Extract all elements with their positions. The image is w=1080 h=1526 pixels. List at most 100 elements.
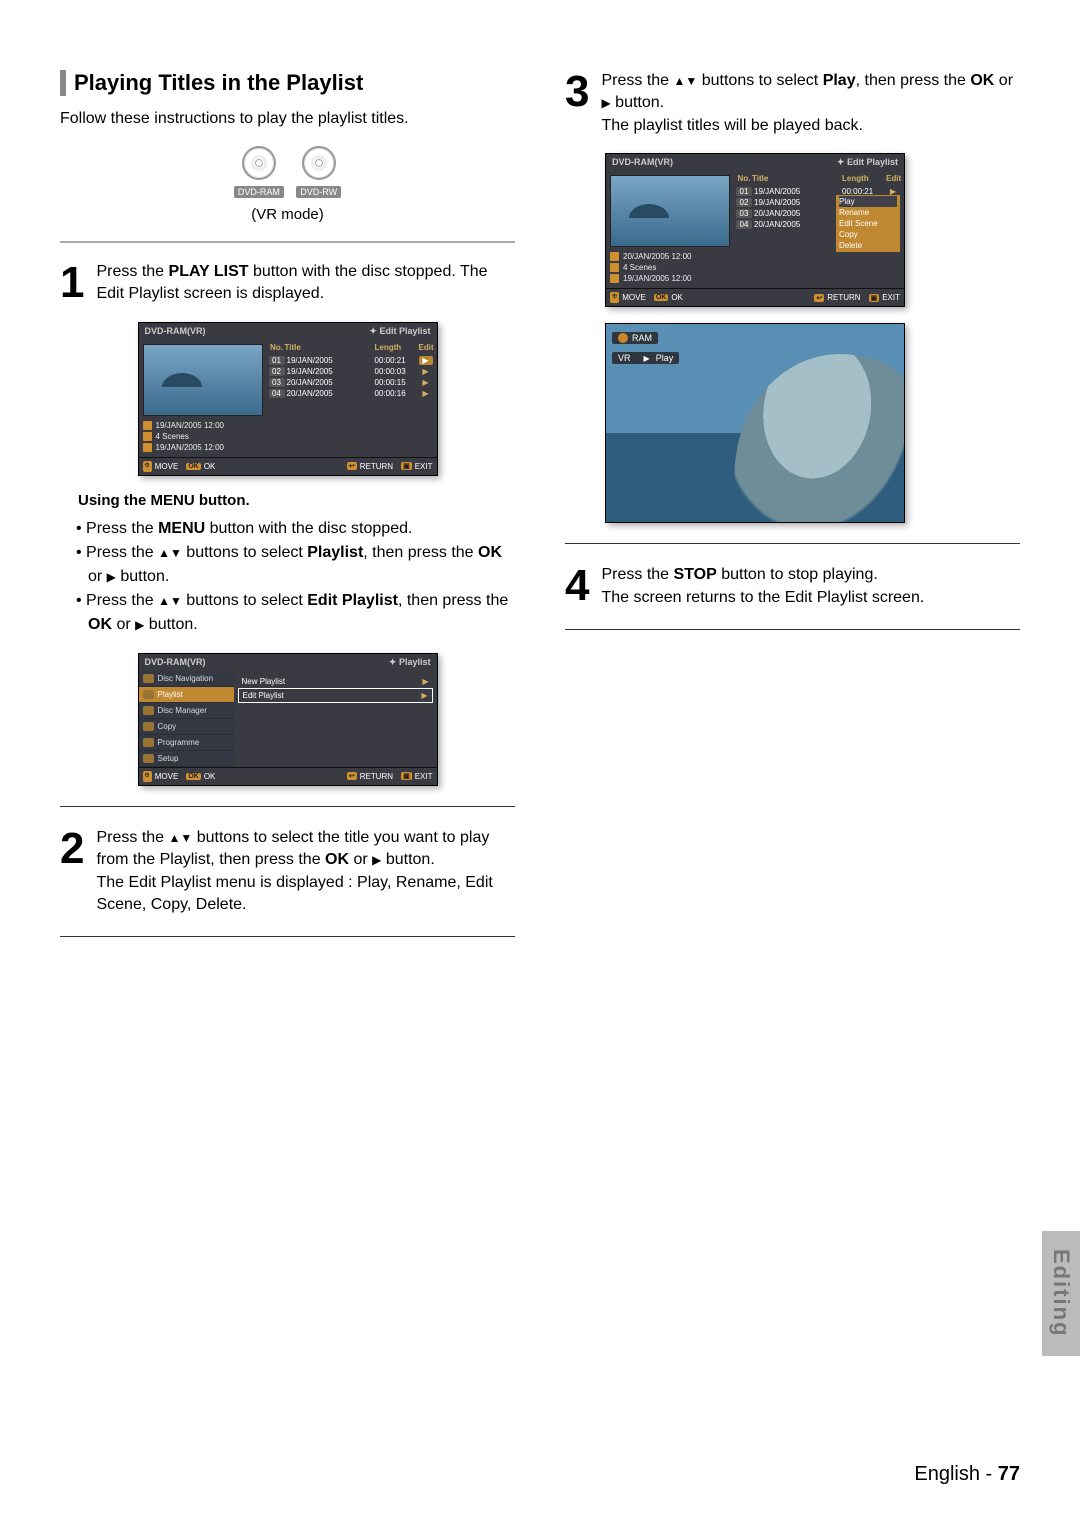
bullet: Press the buttons to select Playlist, th…: [60, 541, 515, 589]
play-icon: [644, 353, 652, 363]
footer-ok: OK: [204, 462, 216, 471]
move-icon: ⯐: [143, 461, 152, 472]
t: PLAY LIST: [169, 263, 249, 280]
osd-label: Playlist: [399, 657, 431, 667]
clock-icon: [610, 274, 619, 283]
meta-row: 19/JAN/2005 12:00: [610, 273, 732, 284]
exit-icon: ▣: [401, 462, 412, 470]
context-menu: Play Rename Edit Scene Copy Delete: [836, 195, 900, 252]
step-3: 3 Press the buttons to select Play, then…: [565, 70, 1020, 137]
page-footer: English - 77: [914, 1463, 1020, 1486]
disc-icon: [302, 146, 336, 180]
sidebar-item-programme[interactable]: Programme: [139, 735, 234, 751]
scenes-icon: [143, 432, 152, 441]
menu-copy[interactable]: Copy: [839, 229, 897, 240]
copy-icon: [143, 722, 154, 731]
footer-exit: EXIT: [415, 462, 433, 471]
step-number: 4: [565, 564, 589, 609]
preview-thumbnail: [143, 344, 263, 416]
menu-rename[interactable]: Rename: [839, 207, 897, 218]
right-icon: [372, 851, 381, 868]
step-number: 3: [565, 70, 589, 137]
programme-icon: [143, 738, 154, 747]
divider: [60, 936, 515, 937]
meta-row: 19/JAN/2005 12:00: [143, 442, 265, 453]
divider: [60, 241, 515, 243]
sidebar-item-disc-navigation[interactable]: Disc Navigation: [139, 671, 234, 687]
calendar-icon: [143, 421, 152, 430]
preview-thumbnail: [610, 175, 730, 247]
page-number: 77: [998, 1463, 1020, 1485]
col-title: Title: [285, 343, 375, 352]
section-title: Playing Titles in the Playlist: [60, 70, 515, 96]
side-menu: Disc Navigation Playlist Disc Manager Co…: [139, 671, 234, 767]
osd-tag: DVD-RAM(VR): [612, 157, 673, 168]
arrow-icon: ▶: [422, 677, 428, 686]
step-4: 4 Press the STOP button to stop playing.…: [565, 564, 1020, 609]
disc-ram-label: DVD-RAM: [234, 186, 284, 198]
divider: [565, 629, 1020, 630]
vr-mode-label: (VR mode): [60, 206, 515, 223]
exit-icon: ▣: [401, 772, 412, 780]
table-row[interactable]: 01 19/JAN/2005 00:00:21 ▶: [269, 355, 433, 366]
move-icon: ⯐: [610, 292, 619, 303]
table-row[interactable]: 0420/JAN/200500:00:16▶: [269, 388, 433, 399]
calendar-icon: [610, 252, 619, 261]
col-edit: Edit: [419, 343, 433, 352]
table-row[interactable]: 0320/JAN/200500:00:15▶: [269, 377, 433, 388]
step-body: Press the buttons to select the title yo…: [96, 827, 515, 917]
updown-icon: [169, 829, 193, 846]
sidebar-item-setup[interactable]: Setup: [139, 751, 234, 767]
menu-edit-playlist[interactable]: Edit Playlist▶: [238, 688, 433, 703]
return-icon: ↩: [347, 462, 357, 470]
updown-icon: [158, 592, 182, 609]
menu-play[interactable]: Play: [839, 196, 897, 207]
osd-tag: DVD-RAM(VR): [145, 657, 206, 668]
disc-icons: DVD-RAM DVD-RW: [60, 146, 515, 200]
disc-icon: [242, 146, 276, 180]
divider: [60, 806, 515, 807]
sidebar-item-playlist[interactable]: Playlist: [139, 687, 234, 703]
osd-label: Edit Playlist: [379, 326, 430, 336]
step-body: Press the buttons to select Play, then p…: [601, 70, 1020, 137]
right-icon: [107, 568, 116, 585]
exit-icon: ▣: [869, 294, 880, 302]
menu-delete[interactable]: Delete: [839, 240, 897, 251]
step-number: 2: [60, 827, 84, 917]
updown-icon: [674, 72, 698, 89]
step-body: Press the STOP button to stop playing. T…: [601, 564, 924, 609]
sidebar-item-copy[interactable]: Copy: [139, 719, 234, 735]
disc-icon: [143, 706, 154, 715]
footer-move: MOVE: [155, 462, 179, 471]
step-body: Press the PLAY LIST button with the disc…: [96, 261, 515, 306]
right-icon: [601, 94, 610, 111]
t: Press the: [96, 263, 168, 280]
osd-playlist-menu: DVD-RAM(VR) ✦ Playlist Disc Navigation P…: [138, 653, 438, 786]
col-length: Length: [375, 343, 419, 352]
footer-return: RETURN: [360, 462, 393, 471]
meta-row: 4 Scenes: [610, 262, 732, 273]
disc-ram: DVD-RAM: [234, 146, 284, 200]
disc-rw-label: DVD-RW: [296, 186, 341, 198]
menu-new-playlist[interactable]: New Playlist▶: [238, 675, 433, 688]
move-icon: ⯐: [143, 771, 152, 782]
meta-row: 4 Scenes: [143, 431, 265, 442]
arrow-icon: ▶: [421, 691, 427, 700]
osd-tag: DVD-RAM(VR): [145, 326, 206, 337]
badge-vr: VR Play: [612, 352, 679, 364]
bullet: Press the buttons to select Edit Playlis…: [60, 589, 515, 637]
menu-bullets: Press the MENU button with the disc stop…: [60, 517, 515, 637]
table-row[interactable]: 0219/JAN/200500:00:03▶: [269, 366, 433, 377]
return-icon: ↩: [814, 294, 824, 302]
step-number: 1: [60, 261, 84, 306]
lang: English: [914, 1463, 980, 1485]
menu-edit-scene[interactable]: Edit Scene: [839, 218, 897, 229]
setup-icon: [143, 754, 154, 763]
right-icon: [135, 616, 144, 633]
sidebar-item-disc-manager[interactable]: Disc Manager: [139, 703, 234, 719]
dolphin-image: [722, 338, 905, 523]
chapter-tab: Editing: [1042, 1231, 1080, 1356]
bullet: Press the MENU button with the disc stop…: [60, 517, 515, 541]
intro-text: Follow these instructions to play the pl…: [60, 110, 515, 128]
meta-row: 19/JAN/2005 12:00: [143, 420, 265, 431]
